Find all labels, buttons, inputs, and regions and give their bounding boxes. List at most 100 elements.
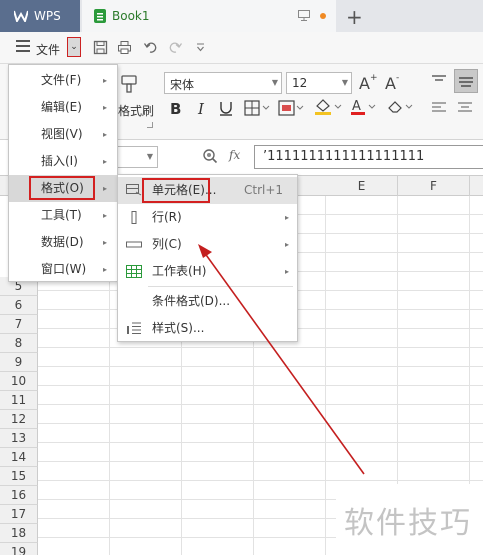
document-tab-label: Book1 — [112, 9, 150, 23]
align-middle-icon — [459, 77, 473, 87]
row-header[interactable]: 15 — [0, 467, 38, 486]
menu-row: 文件 ⌄ — [0, 32, 483, 64]
menu-item-label: 数据(D) — [41, 235, 84, 249]
dialog-launcher-icon[interactable] — [147, 122, 153, 128]
monitor-icon[interactable] — [298, 10, 310, 21]
svg-text:B: B — [170, 100, 181, 116]
menu-item-view[interactable]: 视图(V) ▸ — [9, 121, 117, 148]
row-header[interactable]: 14 — [0, 448, 38, 467]
font-color-icon[interactable]: A — [350, 98, 378, 116]
file-main-menu: 文件(F) ▸ 编辑(E) ▸ 视图(V) ▸ 插入(I) ▸ 格式(O) ▸ 工具(T)… — [8, 64, 118, 282]
row-header[interactable]: 16 — [0, 486, 38, 505]
font-size-value: 12 — [292, 76, 308, 90]
submenu-arrow-icon: ▸ — [102, 103, 107, 112]
function-fx-icon[interactable]: fx — [229, 148, 240, 162]
zoom-search-icon[interactable] — [202, 148, 218, 164]
undo-icon[interactable] — [143, 40, 158, 55]
watermark: 软件技巧 — [336, 484, 483, 555]
column-header-e[interactable]: E — [326, 176, 398, 196]
merge-cells-icon[interactable] — [278, 100, 306, 116]
file-dropdown-button[interactable]: ⌄ — [67, 37, 81, 57]
format-painter-icon[interactable] — [118, 72, 140, 96]
row-header[interactable]: 17 — [0, 505, 38, 524]
row-header[interactable]: 18 — [0, 524, 38, 543]
save-icon[interactable] — [93, 40, 108, 55]
borders-icon[interactable] — [244, 100, 272, 116]
print-icon[interactable] — [117, 40, 132, 55]
name-box[interactable]: ▼ — [114, 146, 158, 168]
row-header[interactable]: 7 — [0, 315, 38, 334]
svg-text:A: A — [352, 99, 361, 114]
formula-input[interactable]: ’1111111111111111111 — [254, 145, 483, 169]
new-tab-plus-icon[interactable]: + — [346, 5, 363, 29]
wps-home-tab[interactable]: WPS — [0, 0, 80, 32]
menu-separator — [148, 286, 293, 287]
font-name-select[interactable]: 宋体 ▼ — [164, 72, 282, 94]
format-painter-label[interactable]: 格式刷 — [118, 102, 154, 119]
file-menu-label[interactable]: 文件 — [36, 41, 60, 58]
document-tab[interactable]: Book1 — [82, 0, 336, 32]
menu-item-edit[interactable]: 编辑(E) ▸ — [9, 94, 117, 121]
wps-tab-label: WPS — [34, 9, 61, 23]
svg-text:I: I — [197, 100, 205, 116]
italic-icon[interactable]: I — [194, 100, 210, 116]
submenu-item-conditional-format[interactable]: 条件格式(D)... — [118, 288, 297, 315]
row-header[interactable]: 11 — [0, 391, 38, 410]
clear-format-icon[interactable] — [386, 98, 416, 116]
style-icon — [127, 322, 141, 334]
align-left-icon[interactable] — [430, 100, 448, 116]
row-header[interactable]: 19 — [0, 543, 38, 555]
submenu-arrow-icon: ▸ — [102, 211, 107, 220]
name-box-chevron-icon: ▼ — [146, 152, 153, 161]
submenu-item-label: 条件格式(D)... — [152, 294, 231, 308]
worksheet-icon — [126, 265, 142, 278]
fill-color-icon[interactable] — [314, 98, 344, 116]
submenu-item-style[interactable]: 样式(S)... — [118, 315, 297, 342]
unsaved-dot-icon — [320, 12, 326, 19]
font-size-chevron-icon: ▼ — [341, 78, 348, 87]
align-top-icon[interactable] — [430, 73, 448, 89]
menu-item-window[interactable]: 窗口(W) ▸ — [9, 256, 117, 283]
customize-toolbar-icon[interactable] — [193, 40, 208, 55]
redo-icon[interactable] — [168, 40, 183, 55]
format-highlight-box — [29, 176, 95, 200]
submenu-item-column[interactable]: 列(C) ▸ — [118, 231, 297, 258]
svg-text:-: - — [396, 73, 399, 83]
submenu-item-label: 行(R) — [152, 210, 182, 224]
submenu-item-sheet[interactable]: 工作表(H) ▸ — [118, 258, 297, 285]
column-header-f[interactable]: F — [398, 176, 470, 196]
row-header[interactable]: 6 — [0, 296, 38, 315]
align-middle-button[interactable] — [454, 69, 478, 93]
menu-item-label: 窗口(W) — [41, 262, 87, 276]
font-name-value: 宋体 — [170, 78, 195, 92]
cells-highlight-box — [142, 178, 210, 203]
menu-item-data[interactable]: 数据(D) ▸ — [9, 229, 117, 256]
increase-font-icon[interactable]: A + — [358, 72, 378, 92]
submenu-arrow-icon: ▸ — [284, 267, 289, 276]
bold-icon[interactable]: B — [168, 100, 184, 116]
align-center-icon[interactable] — [456, 100, 474, 116]
font-name-chevron-icon: ▼ — [271, 78, 278, 87]
underline-icon[interactable] — [218, 100, 234, 116]
submenu-arrow-icon: ▸ — [102, 76, 107, 85]
submenu-arrow-icon: ▸ — [284, 213, 289, 222]
menu-item-insert[interactable]: 插入(I) ▸ — [9, 148, 117, 175]
row-header[interactable]: 8 — [0, 334, 38, 353]
hamburger-menu-icon[interactable] — [16, 40, 30, 52]
submenu-item-cells[interactable]: 单元格(E)... Ctrl+1 — [118, 177, 297, 204]
menu-item-file[interactable]: 文件(F) ▸ — [9, 67, 117, 94]
row-header[interactable]: 13 — [0, 429, 38, 448]
font-size-select[interactable]: 12 ▼ — [286, 72, 352, 94]
submenu-arrow-icon: ▸ — [102, 157, 107, 166]
menu-item-tools[interactable]: 工具(T) ▸ — [9, 202, 117, 229]
menu-item-label: 插入(I) — [41, 154, 78, 168]
row-header[interactable]: 10 — [0, 372, 38, 391]
row-header[interactable]: 12 — [0, 410, 38, 429]
menu-item-label: 文件(F) — [41, 73, 82, 87]
row-header[interactable]: 9 — [0, 353, 38, 372]
submenu-item-row[interactable]: 行(R) ▸ — [118, 204, 297, 231]
menu-item-format[interactable]: 格式(O) ▸ — [9, 175, 117, 202]
submenu-item-label: 样式(S)... — [152, 321, 205, 335]
decrease-font-icon[interactable]: A- — [384, 72, 404, 92]
menu-item-label: 工具(T) — [41, 208, 82, 222]
